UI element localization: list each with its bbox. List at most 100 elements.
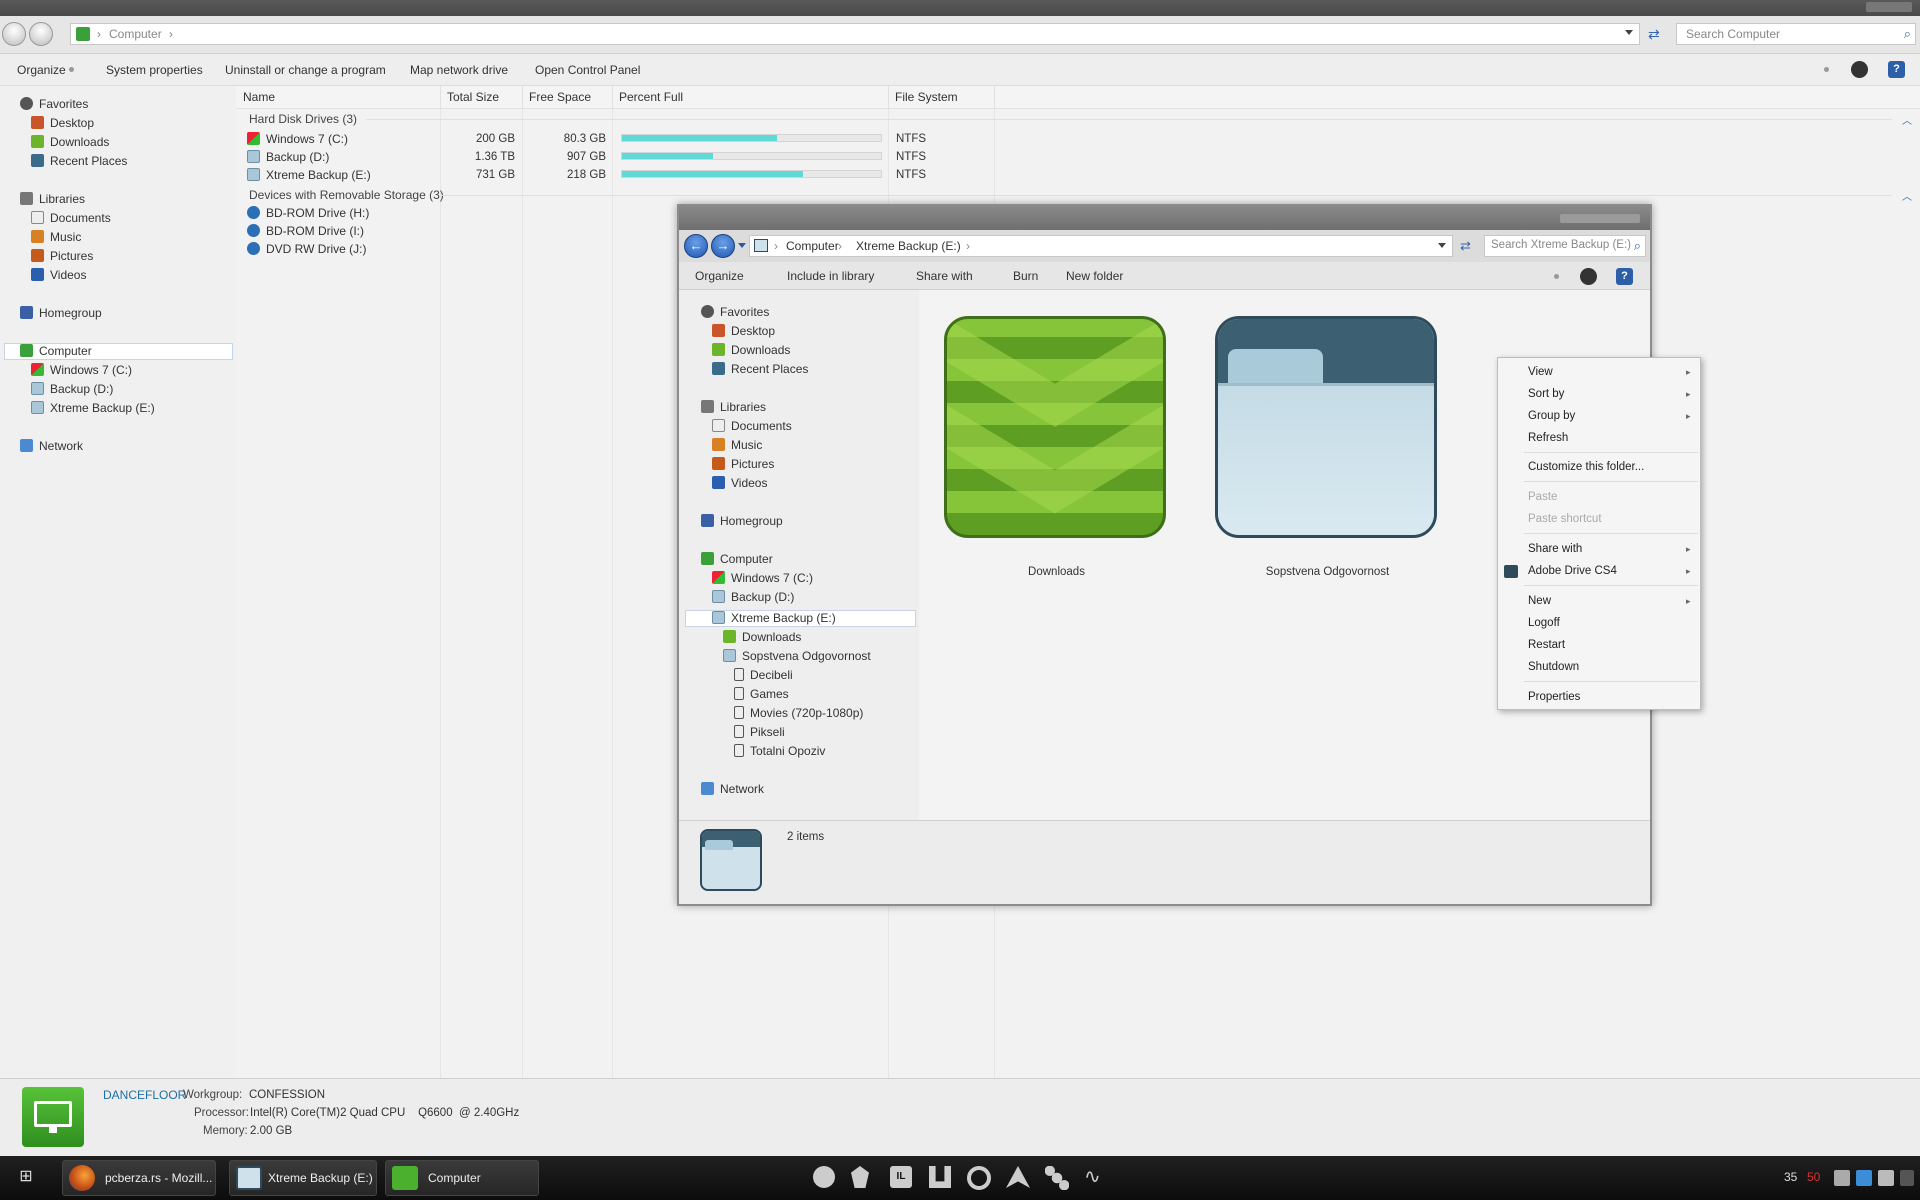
history-dropdown-icon[interactable]: [738, 243, 746, 248]
refresh-icon[interactable]: ⇄: [1460, 238, 1471, 254]
tray-network-icon[interactable]: [1856, 1170, 1872, 1186]
new-folder-button[interactable]: New folder: [1066, 262, 1123, 290]
breadcrumb-xtreme-backup[interactable]: Xtreme Backup (E:): [856, 239, 961, 253]
aperture-icon[interactable]: [967, 1166, 991, 1190]
column-free-space[interactable]: Free Space: [523, 86, 613, 109]
organize-button[interactable]: Organize: [17, 54, 66, 86]
include-in-library-button[interactable]: Include in library: [787, 262, 874, 290]
menu-view[interactable]: View: [1528, 366, 1553, 378]
group-removable-storage[interactable]: Devices with Removable Storage (3): [249, 188, 444, 202]
address-dropdown-icon[interactable]: [1438, 243, 1446, 248]
column-percent-full[interactable]: Percent Full: [613, 86, 889, 109]
preview-pane-icon[interactable]: [1851, 61, 1868, 78]
item-sopstvena-odgovornost[interactable]: Sopstvena Odgovornost: [1215, 316, 1440, 586]
back-button[interactable]: ←: [684, 234, 708, 258]
nav-videos[interactable]: Videos: [712, 474, 767, 493]
menu-new[interactable]: New: [1528, 595, 1551, 607]
nav-pictures[interactable]: Pictures: [31, 247, 93, 266]
taskbar-firefox[interactable]: pcberza.rs - Mozill...: [62, 1160, 216, 1196]
nav-homegroup[interactable]: Homegroup: [20, 304, 102, 323]
nav-homegroup[interactable]: Homegroup: [701, 512, 783, 531]
nav-pikseli[interactable]: Pikseli: [734, 723, 785, 742]
nav-network[interactable]: Network: [20, 437, 83, 456]
collapse-group-icon[interactable]: ︿: [1902, 112, 1912, 127]
menu-refresh[interactable]: Refresh: [1528, 432, 1568, 444]
view-options-icon[interactable]: [1554, 274, 1559, 279]
window2-search-box[interactable]: Search Xtreme Backup (E:) ⌕: [1484, 235, 1646, 257]
nav-favorites[interactable]: Favorites: [701, 303, 769, 322]
menu-customize-folder[interactable]: Customize this folder...: [1528, 461, 1644, 473]
drive-name-cell[interactable]: Xtreme Backup (E:): [247, 166, 371, 185]
removable-drive-h[interactable]: BD-ROM Drive (H:): [247, 204, 369, 223]
nav-pictures[interactable]: Pictures: [712, 455, 774, 474]
open-control-panel-button[interactable]: Open Control Panel: [535, 54, 640, 86]
column-name[interactable]: Name: [237, 86, 441, 109]
help-button[interactable]: ?: [1616, 268, 1633, 285]
organize-button[interactable]: Organize: [695, 262, 744, 290]
nav-drive-c[interactable]: Windows 7 (C:): [712, 569, 813, 588]
nav-drive-e[interactable]: Xtreme Backup (E:): [712, 609, 836, 628]
arrow-app-icon[interactable]: [1006, 1166, 1030, 1188]
nav-games[interactable]: Games: [734, 685, 789, 704]
nav-drive-c[interactable]: Windows 7 (C:): [31, 361, 132, 380]
window-controls[interactable]: [1866, 2, 1912, 12]
nav-desktop[interactable]: Desktop: [31, 114, 94, 133]
taskbar-xtreme-backup[interactable]: Xtreme Backup (E:): [229, 1160, 377, 1196]
illustrator-icon[interactable]: IL: [890, 1166, 912, 1188]
refresh-icon[interactable]: ⇄: [1648, 26, 1664, 42]
address-bar[interactable]: › Computer ›: [70, 23, 1640, 45]
drive-name-cell[interactable]: Windows 7 (C:): [247, 130, 348, 149]
nav-sopstvena-odgovornost[interactable]: Sopstvena Odgovornost: [723, 647, 871, 666]
show-desktop-icon[interactable]: [1900, 1170, 1914, 1186]
menu-adobe-drive[interactable]: Adobe Drive CS4: [1528, 565, 1617, 577]
burn-button[interactable]: Burn: [1013, 262, 1038, 290]
firefox-quicklaunch-icon[interactable]: [813, 1166, 835, 1188]
nav-downloads[interactable]: Downloads: [712, 341, 790, 360]
item-downloads[interactable]: Downloads: [944, 316, 1169, 586]
nav-drive-d[interactable]: Backup (D:): [31, 380, 113, 399]
share-with-button[interactable]: Share with: [916, 262, 973, 290]
nav-music[interactable]: Music: [712, 436, 762, 455]
map-network-drive-button[interactable]: Map network drive: [410, 54, 508, 86]
forward-button[interactable]: [29, 22, 53, 46]
nav-movies[interactable]: Movies (720p-1080p): [734, 704, 863, 723]
nav-downloads[interactable]: Downloads: [31, 133, 109, 152]
nav-desktop[interactable]: Desktop: [712, 322, 775, 341]
search-icon[interactable]: ⌕: [1634, 238, 1641, 254]
column-file-system[interactable]: File System: [889, 86, 995, 109]
taskbar-computer[interactable]: Computer: [385, 1160, 539, 1196]
nav-sub-downloads[interactable]: Downloads: [723, 628, 801, 647]
nav-libraries[interactable]: Libraries: [20, 190, 85, 209]
uninstall-program-button[interactable]: Uninstall or change a program: [225, 54, 386, 86]
start-button[interactable]: ⊞: [10, 1166, 42, 1190]
preview-pane-icon[interactable]: [1580, 268, 1597, 285]
address-dropdown-icon[interactable]: [1625, 30, 1633, 35]
back-button[interactable]: [2, 22, 26, 46]
breadcrumb-computer[interactable]: Computer: [786, 239, 839, 253]
nav-decibeli[interactable]: Decibeli: [734, 666, 793, 685]
menu-logoff[interactable]: Logoff: [1528, 617, 1560, 629]
nav-recent-places[interactable]: Recent Places: [31, 152, 127, 171]
drive-name-cell[interactable]: Backup (D:): [247, 148, 329, 167]
search-icon[interactable]: ⌕: [1904, 26, 1911, 42]
nav-computer[interactable]: Computer: [20, 342, 92, 361]
collapse-group-icon[interactable]: ︿: [1902, 188, 1912, 203]
group-hard-disk-drives[interactable]: Hard Disk Drives (3): [249, 112, 357, 126]
window2-title-bar[interactable]: [679, 206, 1650, 230]
nav-recent-places[interactable]: Recent Places: [712, 360, 808, 379]
column-total-size[interactable]: Total Size: [441, 86, 523, 109]
nav-favorites[interactable]: Favorites: [20, 95, 88, 114]
nav-documents[interactable]: Documents: [712, 417, 792, 436]
forward-button[interactable]: →: [711, 234, 735, 258]
search-box[interactable]: Search Computer ⌕: [1676, 23, 1916, 45]
menu-sort-by[interactable]: Sort by: [1528, 388, 1564, 400]
utorrent-icon[interactable]: [929, 1166, 951, 1188]
menu-restart[interactable]: Restart: [1528, 639, 1565, 651]
nav-drive-d[interactable]: Backup (D:): [712, 588, 794, 607]
menu-share-with[interactable]: Share with: [1528, 543, 1582, 555]
nav-music[interactable]: Music: [31, 228, 81, 247]
view-options-icon[interactable]: [1824, 67, 1829, 72]
nodes-icon[interactable]: [1045, 1166, 1069, 1190]
nav-computer[interactable]: Computer: [701, 550, 773, 569]
nav-drive-e[interactable]: Xtreme Backup (E:): [31, 399, 155, 418]
